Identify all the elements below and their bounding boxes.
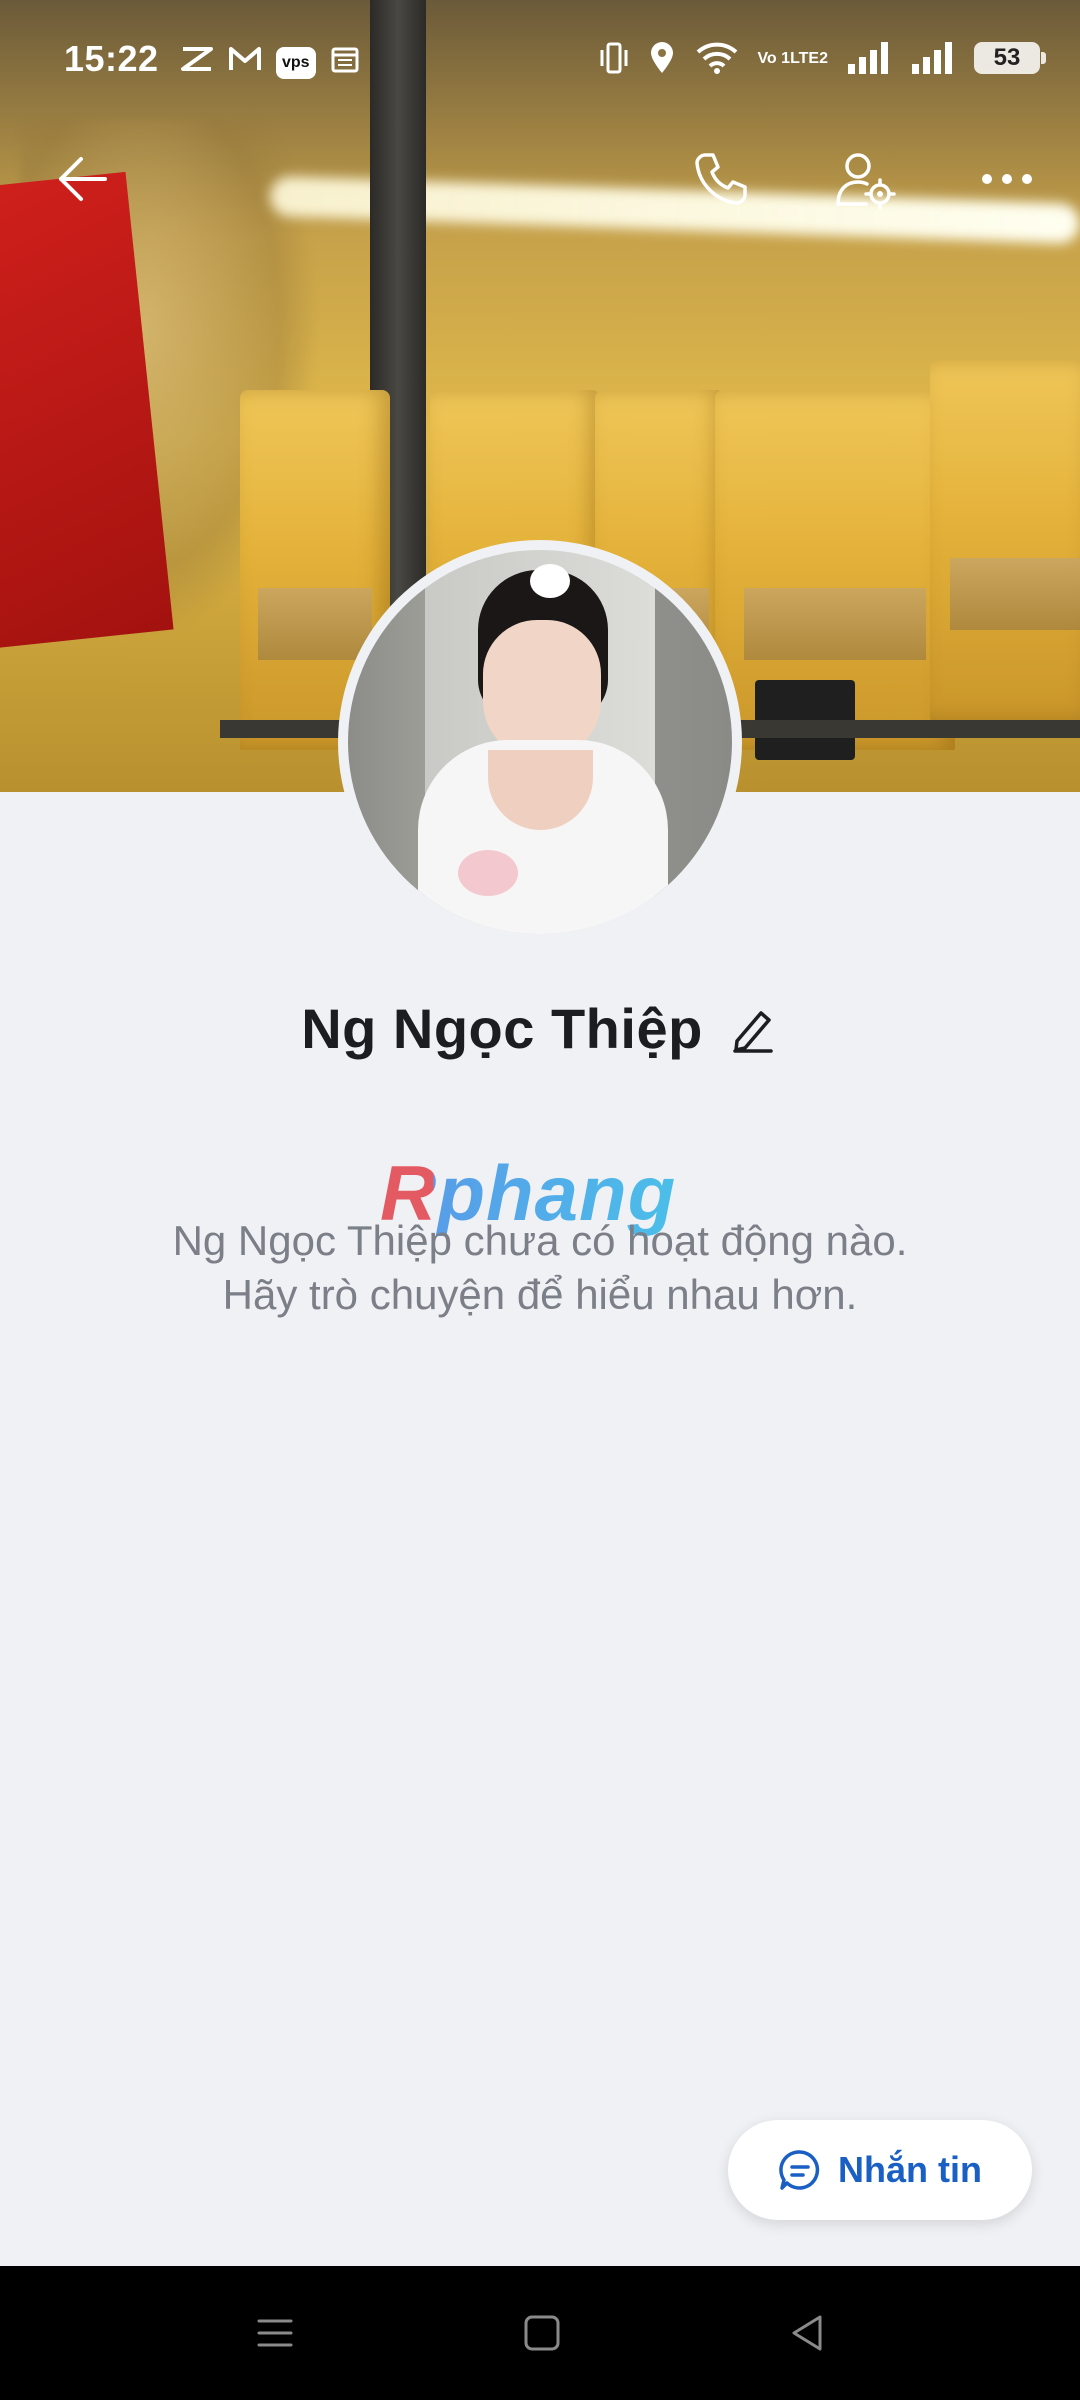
vps-app-icon: vps: [276, 47, 316, 79]
avatar-photo: [348, 550, 732, 934]
profile-name-row: Ng Ngọc Thiệp: [0, 996, 1080, 1061]
user-settings-button[interactable]: [820, 134, 910, 224]
notification-icons: vps: [180, 44, 360, 82]
more-options-button[interactable]: [962, 134, 1052, 224]
call-button[interactable]: [676, 134, 766, 224]
status-bar: 15:22 vps Vo 1 LTE2 53: [0, 0, 1080, 120]
empty-state-message: Ng Ngọc Thiệp chưa có hoạt động nào. Hãy…: [0, 1214, 1080, 1322]
chat-bubble-icon: [779, 2150, 820, 2190]
vibrate-icon: [599, 40, 629, 76]
more-icon: [982, 174, 1032, 184]
pencil-icon: [733, 1010, 773, 1053]
send-message-label: Nhắn tin: [838, 2149, 982, 2190]
cover-decoration: [930, 360, 1080, 720]
back-triangle-icon: [792, 2315, 822, 2351]
recent-apps-button[interactable]: [225, 2290, 325, 2376]
status-time: 15:22: [64, 38, 159, 79]
system-navigation-bar: [0, 2266, 1080, 2400]
empty-state-line-1: Ng Ngọc Thiệp chưa có hoạt động nào.: [172, 1217, 908, 1264]
system-icons: Vo 1 LTE2 53: [599, 40, 1046, 76]
edit-name-button[interactable]: [727, 1003, 779, 1055]
calendar-icon: [330, 44, 360, 82]
user-settings-icon: [836, 153, 896, 210]
gmail-icon: [228, 45, 262, 81]
system-back-button[interactable]: [758, 2290, 858, 2376]
wifi-icon: [695, 41, 739, 75]
send-message-button[interactable]: Nhắn tin: [728, 2120, 1032, 2220]
signal-sim1-icon: [846, 40, 892, 76]
home-square-icon: [524, 2315, 560, 2351]
signal-sim2-icon: [910, 40, 956, 76]
back-arrow-icon: [59, 157, 107, 201]
phone-icon: [695, 153, 747, 205]
battery-icon: 53: [974, 42, 1046, 74]
back-button[interactable]: [38, 134, 128, 224]
empty-state-line-2: Hãy trò chuyện để hiểu nhau hơn.: [222, 1271, 858, 1318]
capcut-icon: [180, 44, 214, 82]
profile-name: Ng Ngọc Thiệp: [301, 997, 703, 1060]
volte-icon: Vo 1 LTE2: [757, 49, 828, 67]
home-button[interactable]: [492, 2290, 592, 2376]
menu-icon: [257, 2319, 293, 2347]
avatar[interactable]: [338, 540, 742, 944]
location-icon: [647, 40, 677, 76]
